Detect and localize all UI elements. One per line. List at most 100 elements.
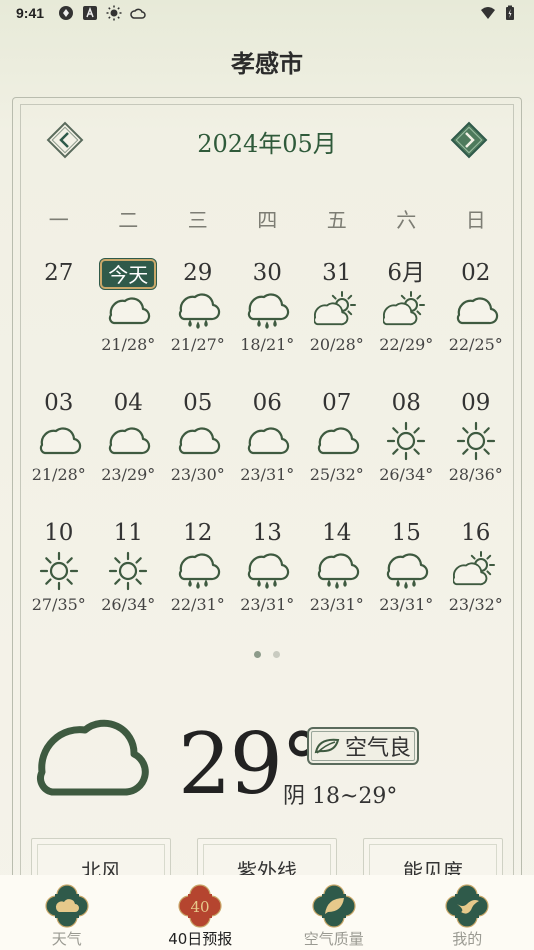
calendar-day[interactable]: 16 23/32° xyxy=(441,515,511,625)
weather-status-icon xyxy=(130,8,146,19)
weekday-label: 三 xyxy=(187,208,208,232)
day-number: 12 xyxy=(183,520,213,546)
calendar-week-row: 27 今天 21/28° 29 21/27° 30 18/21° 31 20/28° 6月 22/2… xyxy=(24,255,511,365)
rain-icon xyxy=(317,553,359,589)
sun-icon xyxy=(456,421,495,461)
day-temperature-range: 21/27° xyxy=(170,335,225,354)
day-temperature-range: 26/34° xyxy=(101,595,156,614)
weekday-label: 日 xyxy=(465,208,486,232)
calendar-day-today[interactable]: 今天 21/28° xyxy=(94,255,164,365)
day-temperature-range: 23/31° xyxy=(379,595,434,614)
day-temperature-range: 26/34° xyxy=(379,465,434,484)
day-number: 05 xyxy=(183,390,213,416)
day-temperature-range: 18/21° xyxy=(240,335,295,354)
day-temperature-range: 22/31° xyxy=(170,595,225,614)
calendar-day[interactable]: 31 20/28° xyxy=(302,255,372,365)
calendar-day[interactable]: 04 23/29° xyxy=(94,385,164,495)
day-number: 16 xyxy=(461,520,491,546)
day-number: 15 xyxy=(391,520,421,546)
day-number: 31 xyxy=(322,260,352,286)
tab-profile[interactable]: 我的 xyxy=(401,875,534,950)
day-number: 09 xyxy=(461,390,491,416)
tab-air-quality[interactable]: 空气质量 xyxy=(267,875,401,950)
calendar-day[interactable]: 05 23/30° xyxy=(163,385,233,495)
day-number: 08 xyxy=(391,390,421,416)
day-temperature-range: 23/31° xyxy=(240,465,295,484)
city-title[interactable]: 孝感市 xyxy=(0,44,534,79)
calendar-day[interactable]: 15 23/31° xyxy=(372,515,442,625)
calendar-day[interactable]: 6月 22/29° xyxy=(372,255,442,365)
calendar-day[interactable]: 10 27/35° xyxy=(24,515,94,625)
page-indicator xyxy=(0,651,534,658)
calendar-day[interactable]: 08 26/34° xyxy=(372,385,442,495)
tab-forecast-40-label: 40日预报 xyxy=(168,930,233,948)
page-dot-active[interactable] xyxy=(254,651,261,658)
calendar-day[interactable]: 06 23/31° xyxy=(233,385,303,495)
weather-tab-icon xyxy=(45,884,89,928)
calendar-week-row: 10 27/35° 11 26/34° 12 22/31° 13 23/31° 14 23/31°… xyxy=(24,515,511,625)
rain-icon xyxy=(248,553,290,589)
tab-weather-label: 天气 xyxy=(51,930,82,948)
day-number: 07 xyxy=(322,390,352,416)
calendar-day[interactable]: 11 26/34° xyxy=(94,515,164,625)
calendar-day[interactable]: 29 21/27° xyxy=(163,255,233,365)
weekday-label: 六 xyxy=(396,208,417,232)
calendar-day[interactable]: 14 23/31° xyxy=(302,515,372,625)
next-month-button[interactable] xyxy=(449,120,489,160)
calendar-day[interactable]: 07 25/32° xyxy=(302,385,372,495)
day-number: 10 xyxy=(44,520,74,546)
rain-icon xyxy=(178,293,220,329)
calendar-day[interactable]: 02 22/25° xyxy=(441,255,511,365)
day-temperature-range: 23/29° xyxy=(101,465,156,484)
current-weather-cloud-icon xyxy=(37,719,149,796)
calendar-day[interactable]: 27 xyxy=(24,255,94,365)
weekday-label: 五 xyxy=(326,208,347,232)
air-quality-badge[interactable]: 空气良 xyxy=(307,727,420,765)
day-number: 14 xyxy=(322,520,352,546)
tab-profile-label: 我的 xyxy=(452,930,483,948)
day-temperature-range: 25/32° xyxy=(309,465,364,484)
calendar-day[interactable]: 03 21/28° xyxy=(24,385,94,495)
sync-icon xyxy=(59,6,73,20)
empty-icon-slot xyxy=(36,291,82,331)
day-temperature-range: 23/31° xyxy=(240,595,295,614)
forecast-badge-text: 40 xyxy=(191,898,210,916)
calendar-day[interactable]: 13 23/31° xyxy=(233,515,303,625)
cloud-icon xyxy=(248,427,290,455)
brightness-icon xyxy=(106,5,122,21)
day-temperature-range: 20/28° xyxy=(309,335,364,354)
day-temperature-range: 21/28° xyxy=(101,335,156,354)
leaf-icon xyxy=(314,738,340,754)
tab-air-quality-label: 空气质量 xyxy=(303,930,364,948)
tab-forecast-40[interactable]: 40 40日预报 xyxy=(134,875,268,950)
status-bar: 9:41 xyxy=(0,0,534,28)
calendar-day[interactable]: 12 22/31° xyxy=(163,515,233,625)
calendar-day[interactable]: 09 28/36° xyxy=(441,385,511,495)
cloud-icon xyxy=(109,427,151,455)
cloud-icon xyxy=(109,297,151,325)
day-number: 04 xyxy=(113,390,143,416)
day-number: 6月 xyxy=(387,260,426,286)
day-temperature-range: 23/32° xyxy=(448,595,503,614)
day-number: 13 xyxy=(252,520,282,546)
partly-sunny-icon xyxy=(452,551,495,586)
sun-icon xyxy=(39,551,78,591)
day-number: 29 xyxy=(183,260,213,286)
rain-icon xyxy=(387,553,429,589)
day-number: 02 xyxy=(461,260,491,286)
day-temperature-range: 23/30° xyxy=(170,465,225,484)
page-dot[interactable] xyxy=(273,651,280,658)
day-temperature-range: 27/35° xyxy=(31,595,86,614)
forecast-40-tab-icon: 40 xyxy=(178,884,222,928)
tab-weather[interactable]: 天气 xyxy=(0,875,134,950)
day-temperature-range: 23/31° xyxy=(309,595,364,614)
current-condition: 阴 18~29° xyxy=(283,784,398,809)
weekday-label: 二 xyxy=(118,208,139,232)
partly-sunny-icon xyxy=(383,291,426,326)
day-temperature-range: 22/29° xyxy=(379,335,434,354)
day-temperature-range: 28/36° xyxy=(448,465,503,484)
rain-icon xyxy=(178,553,220,589)
weekday-header: 一 二 三 四 五 六 日 xyxy=(24,204,511,233)
calendar-day[interactable]: 30 18/21° xyxy=(233,255,303,365)
day-number: 11 xyxy=(113,520,143,546)
